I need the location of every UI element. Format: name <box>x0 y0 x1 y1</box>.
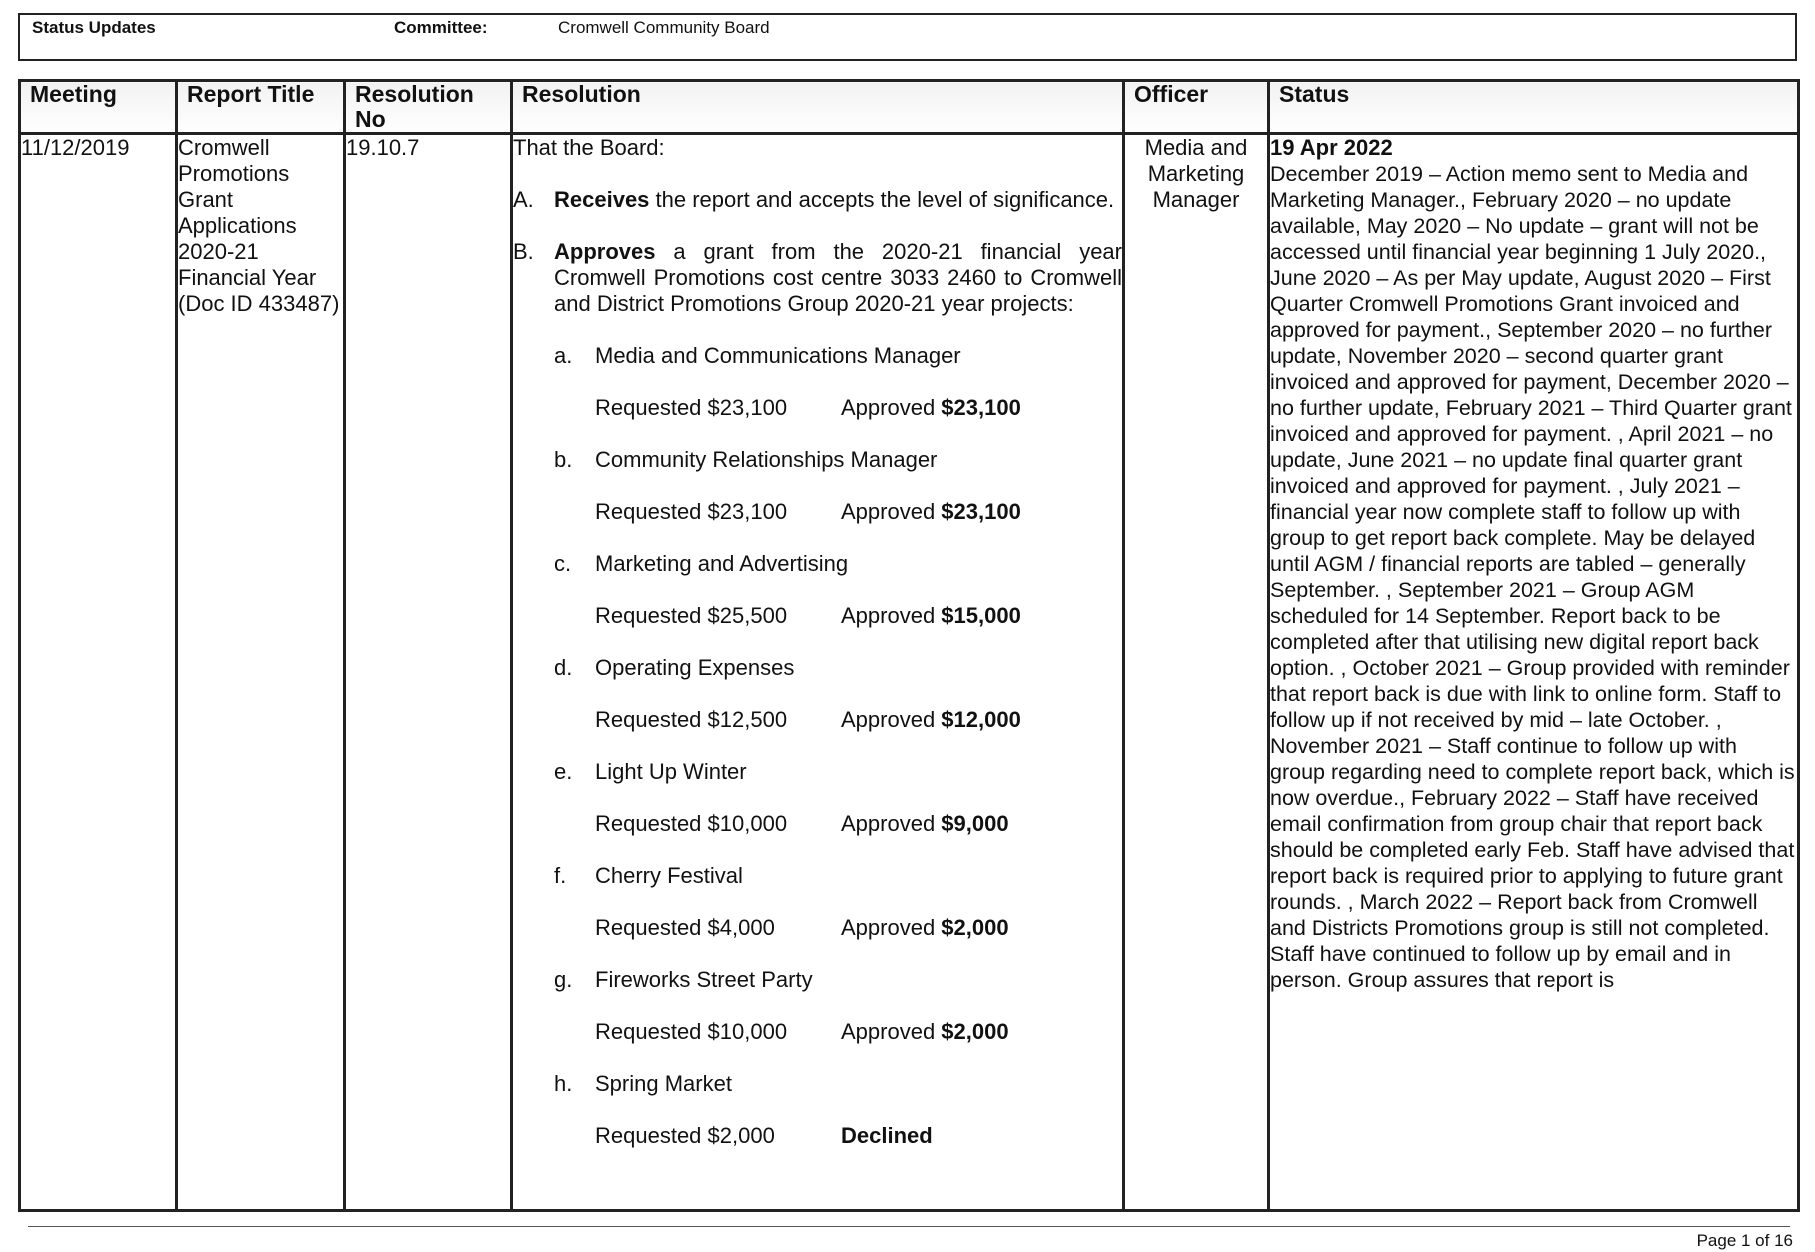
col-officer: Officer <box>1122 79 1270 135</box>
resolution-no-cell: 19.10.7 <box>343 132 513 1212</box>
item-name: Community Relationships Manager <box>595 447 938 472</box>
item-requested: Requested $12,500 <box>595 707 788 732</box>
item-letter: e. <box>554 759 573 784</box>
item-name: Light Up Winter <box>595 759 747 784</box>
part-bold: Receives <box>554 187 650 212</box>
grant-item: e. Light Up Winter Requested $10,000 Appro… <box>554 759 1122 837</box>
grant-item: c. Marketing and Advertising Requested $2… <box>554 551 1122 629</box>
status-date: 19 Apr 2022 <box>1270 135 1393 160</box>
item-requested: Requested $23,100 <box>595 499 788 524</box>
officer-cell: Media and Marketing Manager <box>1122 132 1270 1212</box>
header-box: Status Updates Committee: Cromwell Commu… <box>18 13 1797 61</box>
resolution-cell: That the Board: A. Receives the report a… <box>510 132 1125 1212</box>
meeting-cell: 11/12/2019 <box>18 132 178 1212</box>
item-approved: Approved $2,000 <box>841 915 1009 940</box>
item-name: Spring Market <box>595 1071 732 1096</box>
part-text: Receives the report and accepts the leve… <box>554 187 1122 213</box>
grant-item: h. Spring Market Requested $2,000 Declined <box>554 1071 1122 1149</box>
page-number: Page 1 of 16 <box>1696 1231 1793 1250</box>
item-letter: c. <box>554 551 572 576</box>
grant-item: d. Operating Expenses Requested $12,500 Ap… <box>554 655 1122 733</box>
item-letter: a. <box>554 343 573 368</box>
item-requested: Requested $23,100 <box>595 395 788 420</box>
grant-item: g. Fireworks Street Party Requested $10,0… <box>554 967 1122 1045</box>
col-status: Status <box>1267 79 1800 135</box>
part-text: Approves a grant from the 2020-21 financ… <box>554 239 1122 317</box>
item-approved: Approved $23,100 <box>841 395 1021 420</box>
item-name: Operating Expenses <box>595 655 795 680</box>
col-meeting: Meeting <box>18 79 178 135</box>
part-body: the report and accepts the level of sign… <box>649 187 1115 212</box>
item-approved: Approved $9,000 <box>841 811 1009 836</box>
part-letter: A. <box>513 187 534 212</box>
item-requested: Requested $10,000 <box>595 811 788 836</box>
resolution-intro: That the Board: <box>513 135 665 160</box>
item-requested: Requested $10,000 <box>595 1019 788 1044</box>
header-row: Meeting Report Title Resolution No Resol… <box>18 79 1800 135</box>
status-updates-label: Status Updates <box>32 18 156 37</box>
item-name: Marketing and Advertising <box>595 551 849 576</box>
item-requested: Requested $4,000 <box>595 915 775 940</box>
footer-divider <box>28 1226 1790 1227</box>
grant-item: b. Community Relationships Manager Reques… <box>554 447 1122 525</box>
status-cell: 19 Apr 2022 December 2019 – Action memo … <box>1267 132 1800 1212</box>
item-letter: b. <box>554 447 573 472</box>
grant-item: a. Media and Communications Manager Reque… <box>554 343 1122 421</box>
status-table: Meeting Report Title Resolution No Resol… <box>18 79 1800 1212</box>
item-name: Fireworks Street Party <box>595 967 813 992</box>
table-row: 11/12/2019 Cromwell Promotions Grant App… <box>18 132 1800 1212</box>
item-approved: Approved $12,000 <box>841 707 1021 732</box>
resolution-part-a: A. Receives the report and accepts the l… <box>513 187 1122 213</box>
item-letter: d. <box>554 655 573 680</box>
item-name: Cherry Festival <box>595 863 743 888</box>
report-title-cell: Cromwell Promotions Grant Applications 2… <box>175 132 346 1212</box>
item-approved: Declined <box>841 1123 933 1148</box>
item-approved: Approved $2,000 <box>841 1019 1009 1044</box>
item-approved: Approved $23,100 <box>841 499 1021 524</box>
col-resolution: Resolution <box>510 79 1125 135</box>
item-requested: Requested $25,500 <box>595 603 788 628</box>
item-letter: f. <box>554 863 567 888</box>
item-letter: h. <box>554 1071 573 1096</box>
col-report-title: Report Title <box>175 79 346 135</box>
grant-item: f. Cherry Festival Requested $4,000 Approv… <box>554 863 1122 941</box>
resolution-part-b: B. Approves a grant from the 2020-21 fin… <box>513 239 1122 317</box>
item-letter: g. <box>554 967 573 992</box>
item-name: Media and Communications Manager <box>595 343 961 368</box>
grant-items: a. Media and Communications Manager Reque… <box>554 343 1122 1149</box>
status-text: December 2019 – Action memo sent to Medi… <box>1270 162 1795 992</box>
committee-label: Committee: <box>394 18 488 37</box>
part-letter: B. <box>513 239 534 264</box>
item-requested: Requested $2,000 <box>595 1123 775 1148</box>
col-resolution-no: Resolution No <box>343 79 513 135</box>
committee-value: Cromwell Community Board <box>558 18 770 37</box>
part-bold: Approves <box>554 239 656 264</box>
item-approved: Approved $15,000 <box>841 603 1021 628</box>
